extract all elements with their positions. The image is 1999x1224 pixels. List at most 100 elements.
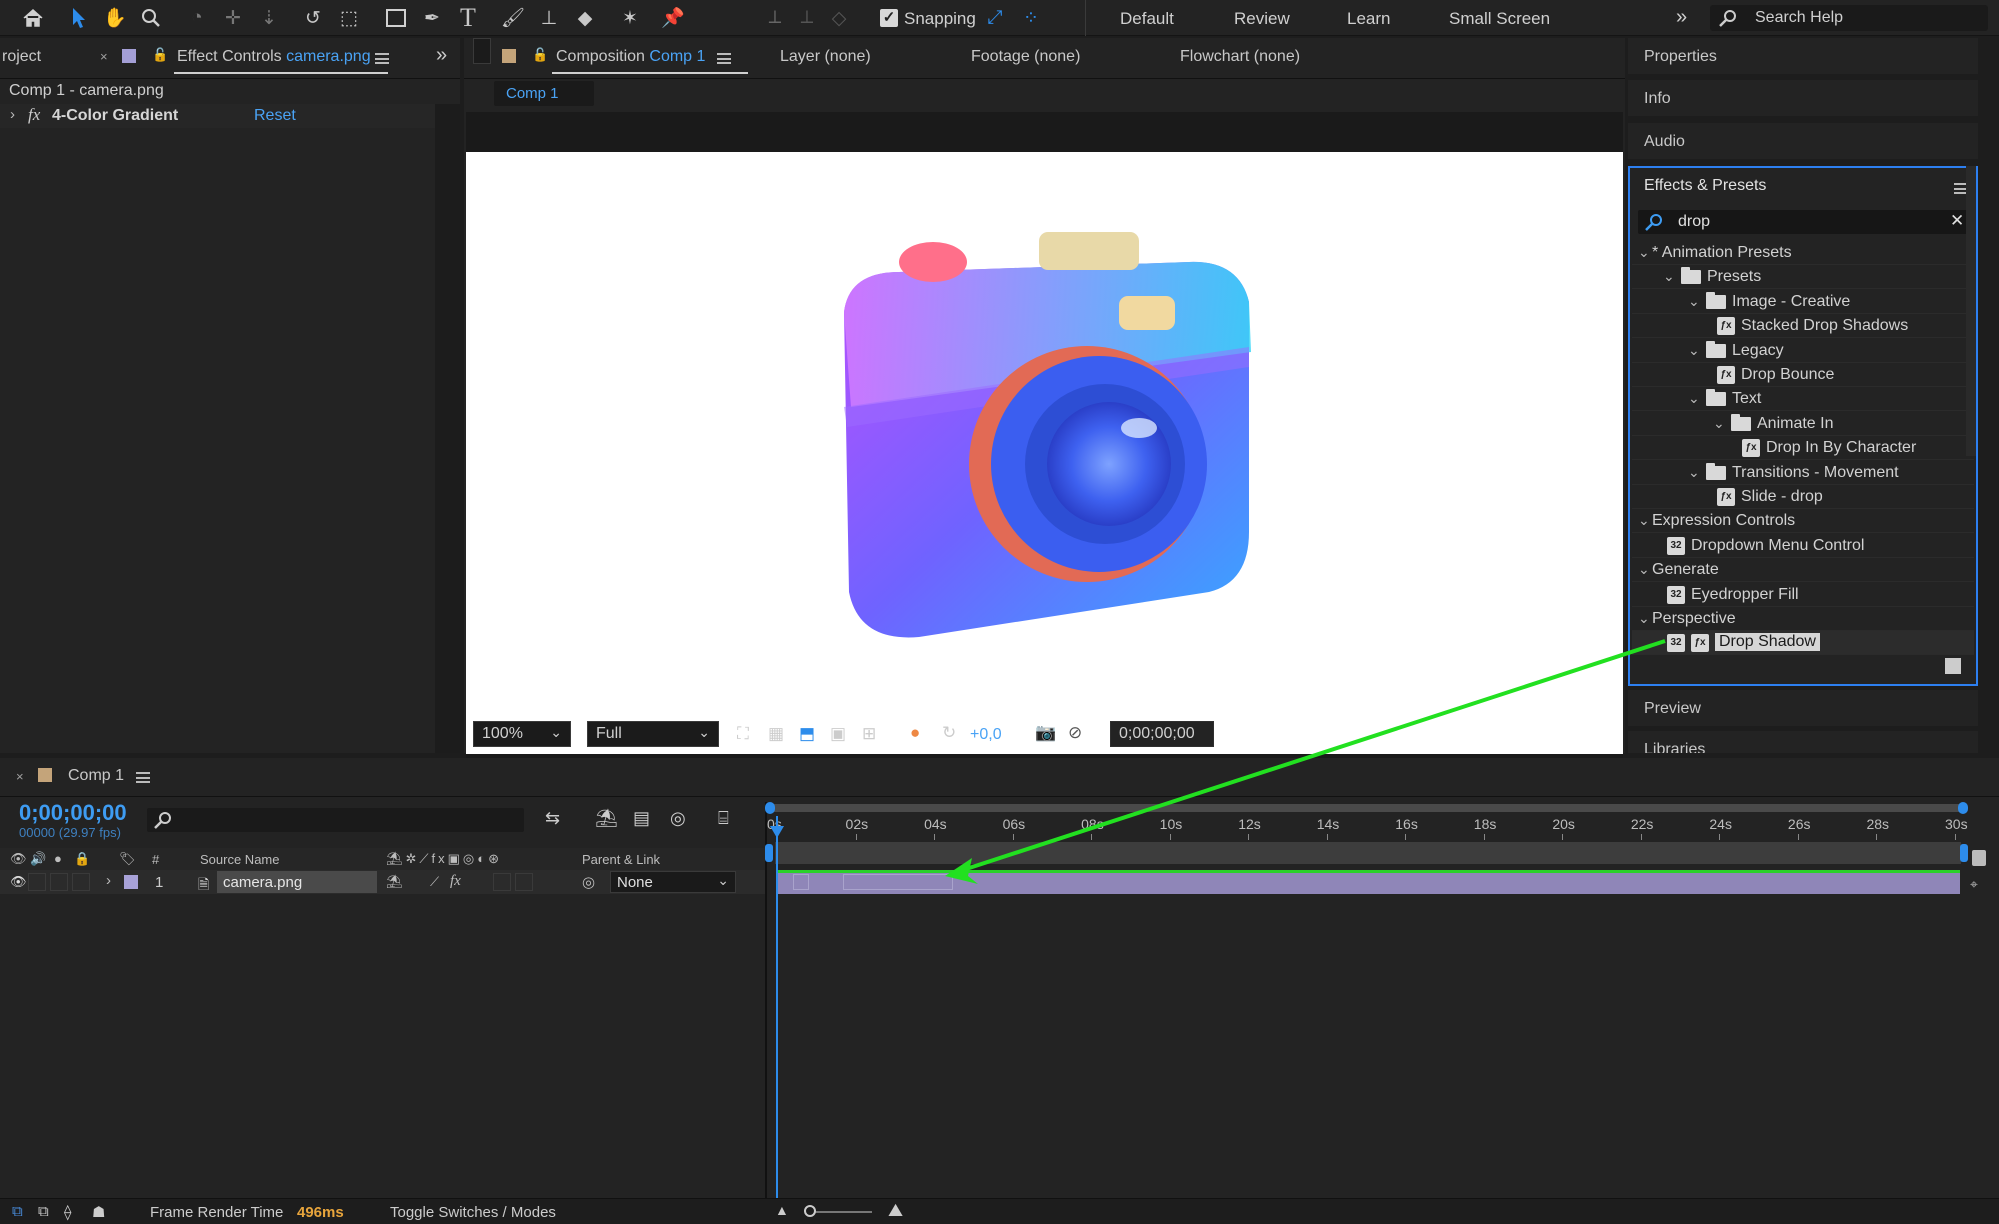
panel-menu-icon[interactable]	[136, 772, 150, 783]
tree-item[interactable]: 32 Dropdown Menu Control	[1632, 534, 1974, 558]
tree-item[interactable]: ⌄ Presets	[1632, 265, 1974, 290]
tree-item[interactable]: ⌄ Legacy	[1632, 339, 1974, 363]
chevron-down-icon[interactable]: ⌄	[1713, 415, 1725, 432]
tab-effect-controls[interactable]: Effect Controls camera.png	[177, 48, 371, 66]
reset-exposure-icon[interactable]: ↻	[942, 723, 956, 743]
snapshot-camera-icon[interactable]: 📷	[1035, 723, 1056, 743]
pen-icon[interactable]: ✒	[419, 5, 445, 31]
zoom-out-icon[interactable]: ▲	[775, 1202, 789, 1218]
tab-timeline-comp[interactable]: Comp 1	[68, 767, 124, 785]
column-source-name[interactable]: Source Name	[200, 852, 279, 867]
search-help-field[interactable]: Search Help	[1710, 5, 1988, 31]
chevron-down-icon[interactable]: ⌄	[1688, 342, 1700, 359]
parent-dropdown[interactable]: None ⌄	[610, 871, 736, 893]
transfer-controls-icon[interactable]: ⧉	[38, 1203, 49, 1220]
tree-item[interactable]: ⌄ Generate	[1632, 558, 1974, 583]
effects-search-field[interactable]: drop ✕	[1638, 210, 1968, 234]
chevron-down-icon[interactable]: ⌄	[1638, 512, 1650, 529]
timeline-search-field[interactable]	[147, 808, 524, 832]
out-point-marker[interactable]	[1960, 844, 1968, 862]
work-area-start-handle[interactable]	[765, 802, 775, 814]
pan-behind-icon[interactable]: ✛	[220, 5, 246, 31]
chevron-down-icon[interactable]: ⌄	[1663, 268, 1675, 285]
solo-toggle[interactable]	[50, 873, 68, 891]
effects-scrollbar[interactable]	[1966, 166, 1976, 456]
current-time-indicator[interactable]	[776, 816, 778, 1198]
libraries-section[interactable]: Libraries	[1628, 731, 1978, 753]
properties-section[interactable]: Properties	[1628, 38, 1978, 74]
audio-section[interactable]: Audio	[1628, 123, 1978, 159]
close-tab-icon[interactable]: ×	[16, 769, 24, 784]
exposure-value[interactable]: +0,0	[970, 726, 1002, 744]
info-section[interactable]: Info	[1628, 80, 1978, 116]
viewer-timecode[interactable]: 0;00;00;00	[1110, 721, 1214, 747]
tree-item[interactable]: ⌄ Expression Controls	[1632, 509, 1974, 534]
cti-head[interactable]	[770, 826, 784, 838]
in-out-icon[interactable]: ⟠	[64, 1203, 71, 1221]
lock-icon[interactable]: 🔓	[532, 47, 548, 63]
layer-name-field[interactable]: camera.png	[217, 871, 377, 893]
region-icon[interactable]: ⬚	[336, 5, 362, 31]
layer-visibility-icon[interactable]: 👁	[10, 874, 27, 890]
effect-row[interactable]: › fx 4-Color Gradient Reset	[0, 104, 435, 128]
layer-duration-bar[interactable]	[777, 870, 1960, 894]
resolution-dropdown[interactable]: Full ⌄	[587, 721, 719, 747]
column-parent-link[interactable]: Parent & Link	[582, 852, 660, 867]
work-area-bar[interactable]	[768, 804, 1964, 812]
fx-icon[interactable]: fx	[28, 105, 40, 125]
tree-item[interactable]: ⌄ Text	[1632, 387, 1974, 412]
new-bin-icon[interactable]	[1945, 658, 1961, 674]
lock-switch-icon[interactable]: 🔒	[74, 851, 90, 867]
label-tag-icon[interactable]: 🏷	[119, 851, 136, 867]
tree-item[interactable]: ƒx Drop In By Character	[1632, 436, 1974, 461]
tab-flowchart[interactable]: Flowchart (none)	[1180, 48, 1300, 66]
fast-previews-icon[interactable]: ⛶	[737, 724, 749, 744]
workspace-overflow-icon[interactable]: »	[1676, 6, 1687, 29]
show-snapshot-icon[interactable]: ⊘	[1068, 723, 1082, 743]
shy-layers-icon[interactable]: ⛱	[595, 808, 618, 829]
tab-project[interactable]: roject	[2, 48, 41, 66]
tree-item[interactable]: ⌄ Image - Creative	[1632, 290, 1974, 314]
axis-local-icon[interactable]: ⟂	[762, 5, 788, 31]
comp-flowchart-icon[interactable]: ⇆	[545, 808, 560, 829]
frame-blending-icon[interactable]: ▤	[633, 808, 650, 829]
orbit-icon[interactable]: ◔	[184, 5, 210, 31]
effect-reset-link[interactable]: Reset	[254, 107, 296, 125]
grid-guides-icon[interactable]: ⊞	[862, 724, 876, 744]
chevron-down-icon[interactable]: ⌄	[1638, 561, 1650, 578]
chevron-down-icon[interactable]: ⌄	[1688, 390, 1700, 407]
chevron-down-icon[interactable]: ⌄	[1688, 293, 1700, 310]
axis-view-icon[interactable]: ◇	[826, 5, 852, 31]
comp-breadcrumb-chip[interactable]: Comp 1	[494, 81, 594, 106]
tree-item[interactable]: ƒx Drop Bounce	[1632, 363, 1974, 387]
tab-layer[interactable]: Layer (none)	[780, 48, 871, 66]
workspace-default[interactable]: Default	[1120, 9, 1174, 29]
panel-overflow-icon[interactable]: »	[436, 44, 447, 67]
zoom-slider-thumb[interactable]	[804, 1205, 816, 1217]
layer-row[interactable]: 👁 › 1 🗎 camera.png ⛱ ⟋ fx ◎ None ⌄	[0, 870, 765, 894]
audio-toggle[interactable]	[28, 873, 46, 891]
lock-icon[interactable]: 🔓	[152, 47, 168, 63]
puppet-pin-icon[interactable]: 📌	[660, 5, 686, 31]
fx-switch-icon[interactable]: fx	[450, 873, 461, 890]
clone-stamp-icon[interactable]: ⊥	[536, 5, 562, 31]
zoom-in-icon[interactable]: ⛰	[888, 1200, 903, 1221]
work-area-end-handle[interactable]	[1958, 802, 1968, 814]
tree-item[interactable]: ⌄ * Animation Presets	[1632, 241, 1974, 265]
panel-menu-icon[interactable]	[717, 53, 731, 64]
dolly-icon[interactable]: ⇣	[256, 5, 282, 31]
brush-icon[interactable]: 🖌	[500, 5, 526, 31]
render-time-icon[interactable]: ☗	[92, 1203, 105, 1221]
toggle-switches-modes[interactable]: Toggle Switches / Modes	[390, 1204, 556, 1221]
channels-icon[interactable]: ●	[910, 723, 920, 743]
snap-icon[interactable]: ⌖	[1970, 876, 1978, 893]
tree-item[interactable]: 32 Eyedropper Fill	[1632, 583, 1974, 607]
tree-item[interactable]: ƒx Slide - drop	[1632, 485, 1974, 509]
motion-blur-toggle[interactable]	[493, 873, 511, 891]
expand-chevron-icon[interactable]: ›	[106, 872, 111, 889]
layer-switches-icon[interactable]: ⧉	[12, 1203, 23, 1220]
chevron-down-icon[interactable]: ⌄	[1638, 610, 1650, 627]
pick-whip-icon[interactable]: ◎	[582, 873, 595, 891]
timeline-timecode[interactable]: 0;00;00;00	[19, 800, 127, 826]
roto-brush-icon[interactable]: ✶	[617, 5, 643, 31]
